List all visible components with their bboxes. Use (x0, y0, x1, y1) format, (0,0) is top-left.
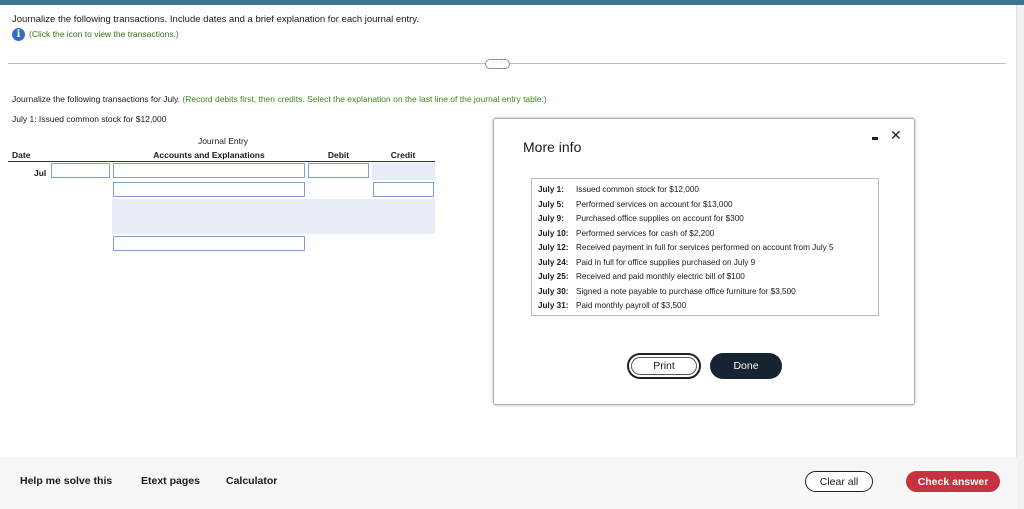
list-item: July 30: Signed a note payable to purchas… (538, 286, 796, 296)
list-item: July 31: Paid monthly payroll of $3,500 (538, 301, 687, 310)
close-icon[interactable]: ✕ (890, 127, 902, 143)
calculator-button[interactable]: Calculator (226, 475, 277, 487)
clear-all-button[interactable]: Clear all (805, 471, 873, 492)
minimize-icon[interactable] (872, 137, 878, 140)
list-item: July 1: Issued common stock for $12,000 (538, 185, 699, 194)
debit-input-row1[interactable] (308, 163, 369, 178)
view-transactions-link[interactable]: (Click the icon to view the transactions… (29, 29, 179, 39)
date-column-header: Date (12, 150, 31, 160)
date-day-input[interactable] (51, 163, 110, 178)
print-button[interactable]: Print (627, 353, 701, 379)
print-button-label: Print (631, 357, 697, 375)
transactions-list: July 1: Issued common stock for $12,000 J… (531, 178, 879, 316)
expand-toggle-button[interactable]: · · · (485, 59, 510, 69)
help-me-solve-button[interactable]: Help me solve this (20, 475, 112, 487)
list-item: July 24: Paid in full for office supplies… (538, 257, 756, 267)
explanation-input[interactable] (113, 236, 305, 251)
top-accent-bar (0, 0, 1024, 5)
list-item: July 25: Received and paid monthly electr… (538, 272, 745, 281)
check-answer-button[interactable]: Check answer (906, 471, 1000, 492)
account-input-row2[interactable] (113, 182, 305, 197)
question-lead: Journalize the following transactions fo… (12, 94, 183, 104)
info-link-row[interactable]: i (Click the icon to view the transactio… (12, 27, 179, 41)
list-item: July 12: Received payment in full for ser… (538, 243, 834, 252)
done-button[interactable]: Done (710, 353, 782, 379)
debit-column-header: Debit (327, 150, 350, 160)
journal-entry-title: Journal Entry (197, 136, 249, 146)
question-note: (Record debits first, then credits. Sele… (182, 94, 547, 104)
etext-pages-button[interactable]: Etext pages (141, 475, 200, 487)
month-label: Jul (34, 168, 47, 178)
modal-title: More info (523, 139, 582, 155)
credit-shade-row1 (372, 163, 435, 180)
info-icon[interactable]: i (12, 27, 25, 41)
page-scrollbar[interactable] (1016, 5, 1024, 509)
credit-column-header: Credit (390, 150, 416, 160)
explanation-shaded-area (112, 199, 435, 234)
credit-input-row2[interactable] (373, 182, 434, 197)
instruction-text: Journalize the following transactions. I… (12, 14, 419, 25)
accounts-column-header: Accounts and Explanations (153, 150, 265, 160)
list-item: July 9: Purchased office supplies on acco… (538, 214, 744, 223)
list-item: July 5: Performed services on account for… (538, 199, 733, 209)
list-item: July 10: Performed services for cash of $… (538, 228, 715, 238)
account-input-row1[interactable] (113, 163, 305, 178)
question-instruction: Journalize the following transactions fo… (12, 94, 547, 104)
header-rule (8, 161, 435, 162)
more-info-modal: More info ✕ July 1: Issued common stock f… (493, 118, 915, 405)
current-transaction: July 1: Issued common stock for $12,000 (12, 114, 167, 124)
